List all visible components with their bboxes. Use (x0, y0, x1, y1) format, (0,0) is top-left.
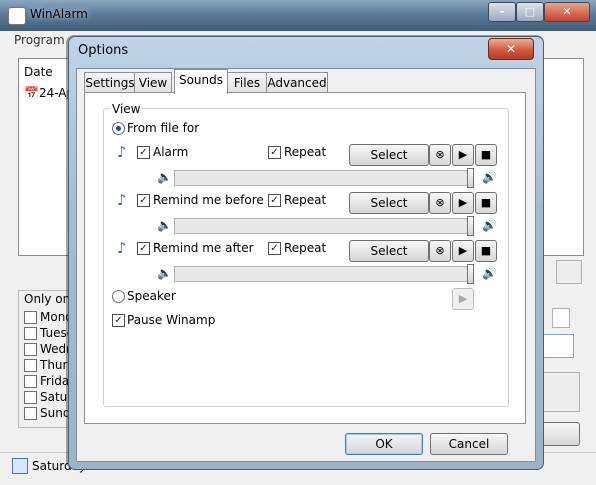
main-window-title: WinAlarm (30, 7, 88, 21)
remind-before-clear-button[interactable]: ⊗ (429, 192, 451, 214)
speaker-radio[interactable] (112, 290, 125, 303)
alarm-clear-button[interactable]: ⊗ (429, 144, 451, 166)
menu-program[interactable]: Program (14, 33, 65, 47)
alarm-play-button[interactable]: ▶ (452, 144, 474, 166)
music-note-icon: ♪ (117, 143, 127, 161)
speaker-play-button[interactable]: ▶ (452, 288, 474, 310)
remind-before-play-button[interactable]: ▶ (452, 192, 474, 214)
volume-high-icon: 🔊 (482, 170, 497, 184)
remind-before-repeat-label: Repeat (284, 193, 327, 207)
clear-icon: ⊗ (435, 244, 445, 257)
tab-settings[interactable]: Settings (84, 72, 136, 93)
tab-sounds[interactable]: Sounds (174, 69, 228, 94)
alarm-checkbox[interactable]: ✓ (137, 146, 150, 159)
main-close-button[interactable]: ✕ (544, 2, 590, 22)
music-note-icon: ♪ (117, 239, 127, 257)
close-icon: ✕ (505, 42, 517, 56)
remind-before-volume-thumb[interactable] (467, 216, 474, 236)
alarm-volume-slider[interactable] (174, 170, 474, 186)
alarm-repeat-label: Repeat (284, 145, 327, 159)
volume-high-icon: 🔊 (482, 266, 497, 280)
remind-before-repeat-checkbox[interactable]: ✓ (268, 194, 281, 207)
remind-before-stop-button[interactable]: ■ (475, 192, 497, 214)
filter-button-partial[interactable] (540, 372, 580, 412)
calendar-icon: 📅 (24, 86, 39, 100)
change-button-partial[interactable] (540, 422, 580, 446)
volume-low-icon: 🔈 (157, 170, 172, 184)
pause-winamp-label: Pause Winamp (127, 313, 216, 327)
play-icon: ▶ (458, 196, 468, 209)
dialog-title: Options (78, 43, 129, 58)
tab-view[interactable]: View (134, 72, 172, 93)
remind-after-select-button[interactable]: Select (349, 240, 429, 262)
stop-icon: ■ (480, 148, 492, 161)
volume-high-icon: 🔊 (482, 218, 497, 232)
play-icon: ▶ (458, 148, 468, 161)
play-icon: ▶ (458, 292, 468, 305)
remind-after-repeat-checkbox[interactable]: ✓ (268, 242, 281, 255)
alarm-repeat-checkbox[interactable]: ✓ (268, 146, 281, 159)
list-header-date[interactable]: Date (24, 65, 53, 79)
clear-icon: ⊗ (435, 196, 445, 209)
remind-after-play-button[interactable]: ▶ (452, 240, 474, 262)
radio-selected-dot (116, 126, 121, 131)
remind-before-label: Remind me before (153, 193, 264, 207)
dialog-close-button[interactable]: ✕ (488, 38, 534, 60)
maximize-button[interactable]: □ (516, 2, 544, 22)
minimize-button[interactable]: – (488, 2, 516, 22)
alarm-volume-thumb[interactable] (467, 168, 474, 188)
remind-after-repeat-label: Repeat (284, 241, 327, 255)
ok-button[interactable]: OK (345, 433, 423, 455)
remind-after-clear-button[interactable]: ⊗ (429, 240, 451, 262)
stop-icon: ■ (480, 196, 492, 209)
delete-button-partial[interactable] (556, 260, 582, 284)
remind-after-checkbox[interactable]: ✓ (137, 242, 150, 255)
music-note-icon: ♪ (117, 191, 127, 209)
speaker-label: Speaker (127, 289, 176, 303)
alarm-label: Alarm (153, 145, 189, 159)
remind-before-checkbox[interactable]: ✓ (137, 194, 150, 207)
calendar-icon (12, 458, 28, 474)
remind-before-volume-slider[interactable] (174, 218, 474, 234)
spin-button[interactable] (552, 308, 570, 328)
app-icon (8, 7, 26, 25)
remind-after-volume-thumb[interactable] (467, 264, 474, 284)
remind-after-stop-button[interactable]: ■ (475, 240, 497, 262)
view-group-label: View (110, 102, 143, 116)
alarm-select-button[interactable]: Select (349, 144, 429, 166)
stop-icon: ■ (480, 244, 492, 257)
pause-winamp-checkbox[interactable]: ✓ (112, 314, 125, 327)
play-icon: ▶ (458, 244, 468, 257)
from-file-radio[interactable] (112, 122, 125, 135)
remind-after-label: Remind me after (153, 241, 254, 255)
remind-after-volume-slider[interactable] (174, 266, 474, 282)
clear-icon: ⊗ (435, 148, 445, 161)
alarm-stop-button[interactable]: ■ (475, 144, 497, 166)
time-field-partial[interactable] (540, 334, 574, 358)
cancel-button[interactable]: Cancel (430, 433, 508, 455)
tab-advanced[interactable]: Advanced (266, 72, 328, 93)
remind-before-select-button[interactable]: Select (349, 192, 429, 214)
volume-low-icon: 🔈 (157, 218, 172, 232)
from-file-label: From file for (127, 121, 200, 135)
volume-low-icon: 🔈 (157, 266, 172, 280)
tab-files[interactable]: Files (226, 72, 268, 93)
